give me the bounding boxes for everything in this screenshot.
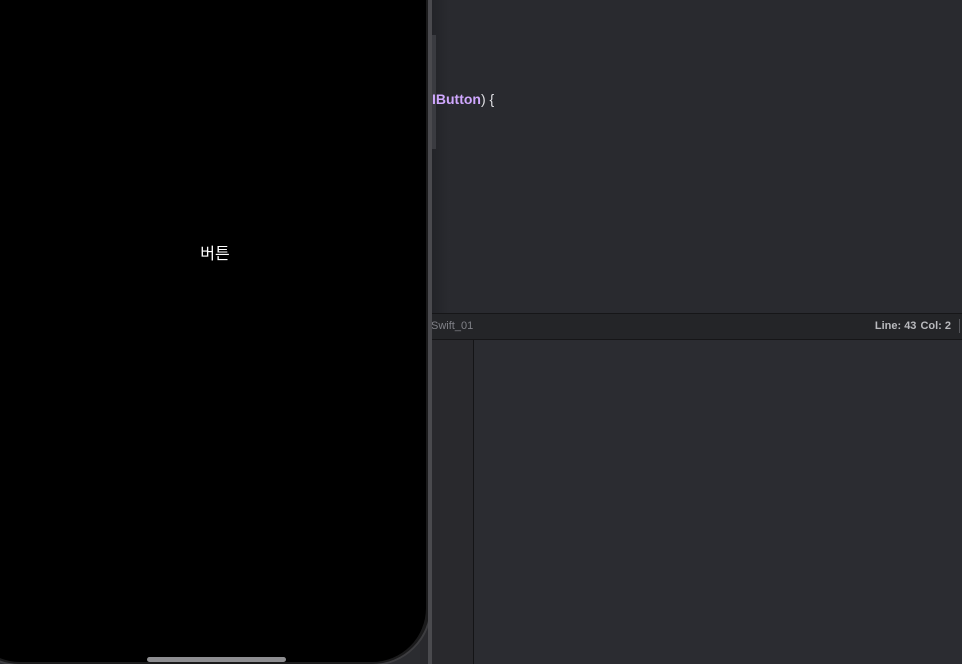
simulator-side-edge	[428, 0, 432, 664]
app-button[interactable]: 버튼	[194, 242, 236, 266]
simulator-screen[interactable]: 버튼	[0, 0, 426, 662]
column-number: Col: 2	[920, 320, 951, 332]
code-punctuation: ) {	[480, 91, 495, 107]
code-editor[interactable]	[420, 0, 962, 313]
line-number: Line: 43	[874, 320, 917, 332]
code-line[interactable]: IButton) {	[432, 91, 494, 107]
breadcrumb[interactable]: Swift_01	[431, 320, 473, 332]
xcode-window: IButton) { Swift_01 Line: 43 Col: 2 버튼	[0, 0, 962, 664]
home-indicator[interactable]	[147, 657, 286, 662]
code-type-token: IButton	[432, 91, 481, 107]
editor-status-bar: Swift_01 Line: 43 Col: 2	[420, 313, 962, 340]
debug-console-pane[interactable]	[474, 340, 962, 664]
status-divider	[959, 319, 960, 333]
cursor-position: Line: 43 Col: 2	[871, 320, 951, 332]
